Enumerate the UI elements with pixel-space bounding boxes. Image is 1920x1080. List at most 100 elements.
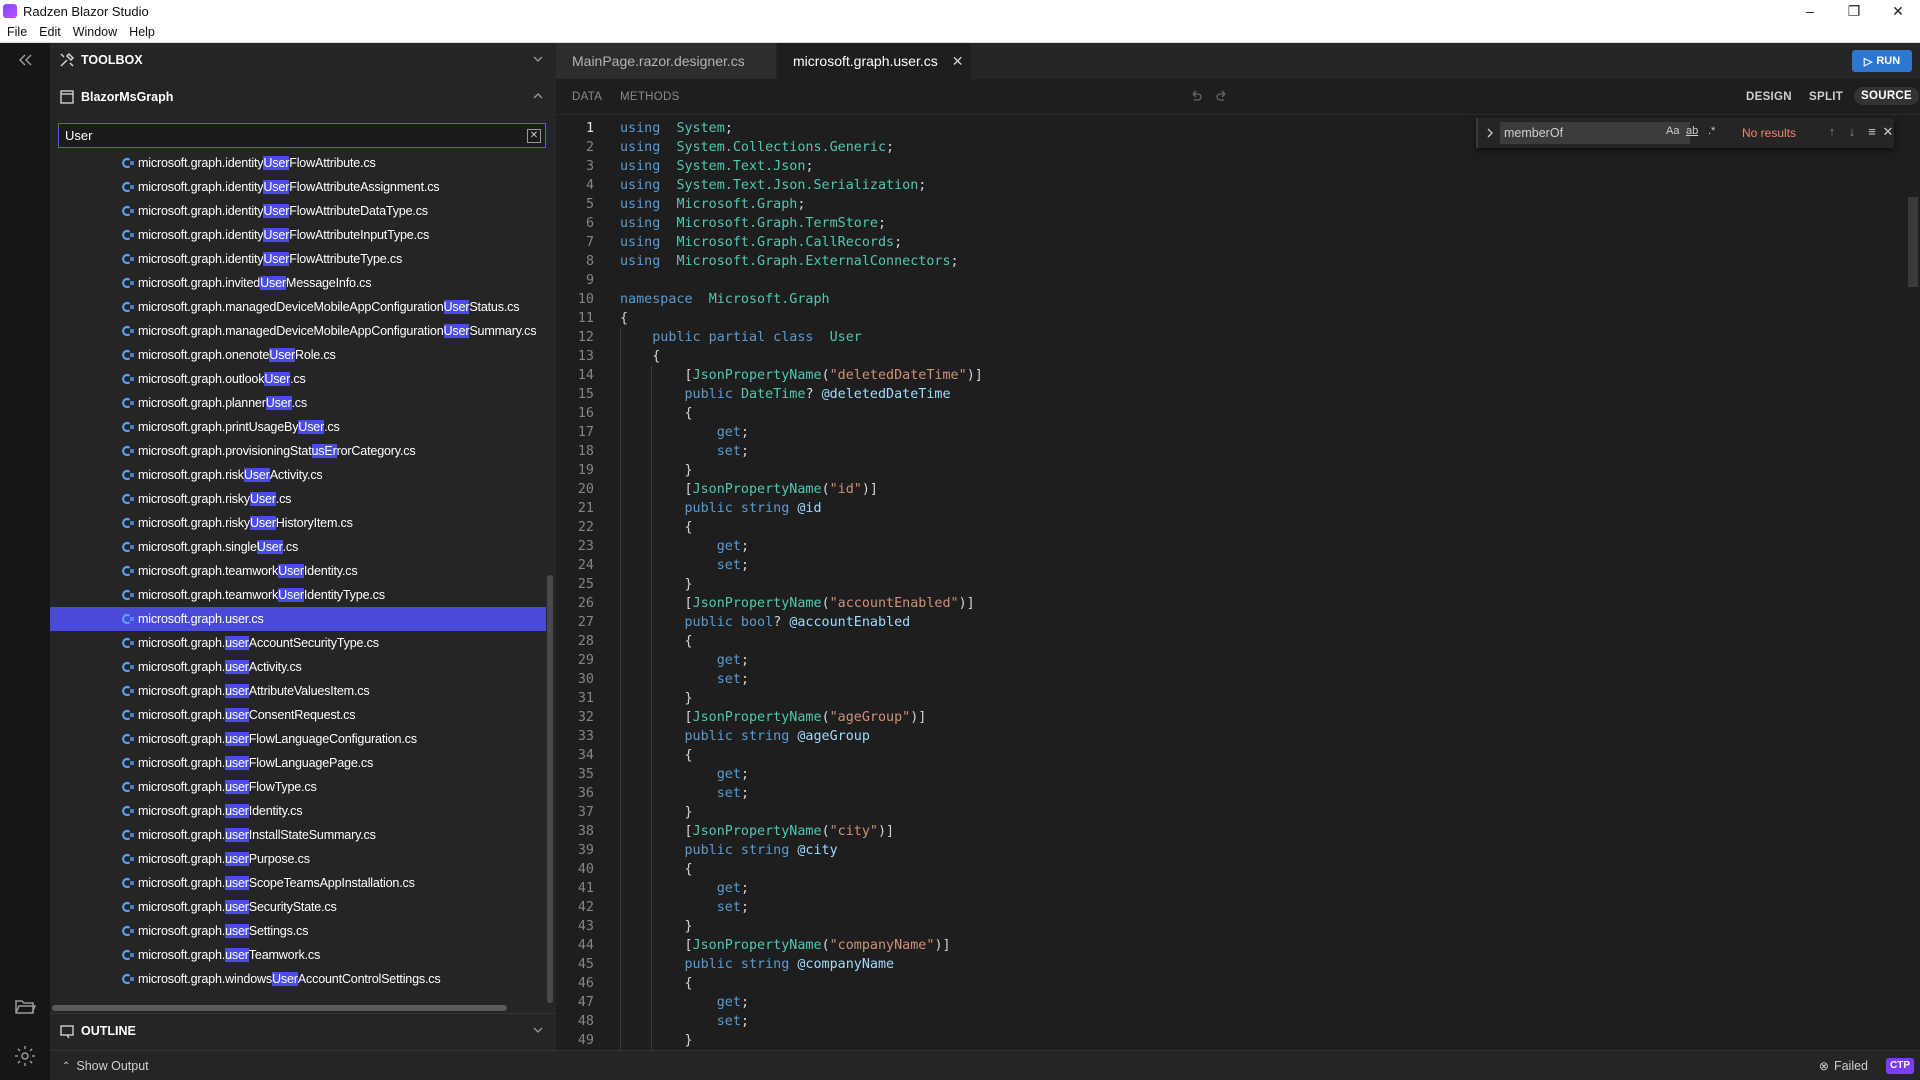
split-mode-button[interactable]: SPLIT <box>1809 91 1843 103</box>
show-output-button[interactable]: ⌃ Show Output <box>62 1059 149 1073</box>
line-number: 24 <box>577 558 594 573</box>
design-mode-button[interactable]: DESIGN <box>1746 91 1792 103</box>
file-name-prefix: microsoft.graph.risky <box>138 492 250 506</box>
menu-edit[interactable]: Edit <box>32 25 66 39</box>
close-window-button[interactable]: ✕ <box>1876 0 1920 22</box>
clear-search-icon[interactable]: ✕ <box>527 129 541 143</box>
file-name-suffix: FlowAttribute.cs <box>289 156 376 170</box>
tab-mainpage-designer[interactable]: MainPage.razor.designer.cs <box>556 43 776 79</box>
run-button[interactable]: ▷ RUN <box>1852 50 1912 72</box>
horizontal-scrollbar[interactable] <box>52 1005 507 1011</box>
collapse-sidebar-icon[interactable] <box>13 48 37 72</box>
file-item[interactable]: microsoft.graph. user ScopeTeamsAppInstall… <box>50 871 546 895</box>
chevron-right-icon[interactable] <box>1484 126 1496 140</box>
code-line: 35 get; <box>556 765 1904 784</box>
file-name-prefix: microsoft.graph.identity <box>138 156 264 170</box>
next-match-icon[interactable]: ↓ <box>1844 124 1860 140</box>
code-editor[interactable]: 1 using System; 2 using System.Collections.… <box>556 115 1904 1050</box>
find-in-selection-icon[interactable]: ≡ <box>1864 124 1880 140</box>
outline-header[interactable]: OUTLINE <box>50 1013 556 1047</box>
editor-scrollbar[interactable] <box>1906 115 1920 1050</box>
methods-tab[interactable]: METHODS <box>620 91 680 103</box>
file-item[interactable]: microsoft.graph. user ConsentRequest.cs <box>50 703 546 727</box>
file-item[interactable]: microsoft.graph.identity User FlowAttribut… <box>50 175 546 199</box>
csharp-file-icon <box>122 925 134 937</box>
code-text: get; <box>716 653 749 668</box>
file-item[interactable]: microsoft.graph. user Identity.cs <box>50 799 546 823</box>
previous-match-icon[interactable]: ↑ <box>1824 124 1840 140</box>
find-widget: Aa ab .* No results ↑ ↓ ≡ ✕ <box>1476 118 1894 148</box>
search-match-highlight: user <box>225 924 249 938</box>
match-case-toggle[interactable]: Aa <box>1666 125 1679 137</box>
file-item[interactable]: microsoft.graph.user.cs <box>50 607 546 631</box>
file-item[interactable]: microsoft.graph.identity User FlowAttribut… <box>50 247 546 271</box>
code-text: { <box>620 634 693 649</box>
file-item[interactable]: microsoft.graph. user Settings.cs <box>50 919 546 943</box>
vertical-scrollbar[interactable] <box>547 575 553 1003</box>
file-name-suffix: InstallStateSummary.cs <box>248 828 376 842</box>
minimize-button[interactable]: – <box>1788 0 1832 22</box>
file-search-input[interactable] <box>59 124 499 147</box>
search-match-highlight: User <box>249 516 276 530</box>
file-item[interactable]: microsoft.graph.risky User HistoryItem.cs <box>50 511 546 535</box>
file-item[interactable]: microsoft.graph.managedDeviceMobileAppCo… <box>50 295 546 319</box>
chevron-up-icon[interactable] <box>532 90 544 102</box>
file-item[interactable]: microsoft.graph. user AttributeValuesItem.… <box>50 679 546 703</box>
csharp-file-icon <box>122 637 134 649</box>
chevron-down-icon[interactable] <box>532 1024 544 1036</box>
settings-gear-icon[interactable] <box>13 1044 37 1068</box>
file-item[interactable]: microsoft.graph.printUsageBy User .cs <box>50 415 546 439</box>
whole-word-toggle[interactable]: ab <box>1686 125 1698 137</box>
file-item[interactable]: microsoft.graph. user Teamwork.cs <box>50 943 546 967</box>
file-name-prefix: microsoft.graph. <box>138 660 226 674</box>
editor-scroll-thumb[interactable] <box>1908 197 1918 287</box>
file-item[interactable]: microsoft.graph. user InstallStateSummary.… <box>50 823 546 847</box>
file-item[interactable]: microsoft.graph. user Purpose.cs <box>50 847 546 871</box>
code-text: } <box>620 919 693 934</box>
line-number: 21 <box>577 501 594 516</box>
menu-help[interactable]: Help <box>122 25 160 39</box>
file-item[interactable]: microsoft.graph.outlook User .cs <box>50 367 546 391</box>
file-item[interactable]: microsoft.graph. user FlowLanguageConfigur… <box>50 727 546 751</box>
file-item[interactable]: microsoft.graph.identity User FlowAttribut… <box>50 199 546 223</box>
file-item[interactable]: microsoft.graph.identity User FlowAttribut… <box>50 151 546 175</box>
menu-file[interactable]: File <box>0 25 32 39</box>
file-item[interactable]: microsoft.graph. user Activity.cs <box>50 655 546 679</box>
close-tab-icon[interactable]: ✕ <box>952 53 964 70</box>
file-item[interactable]: microsoft.graph. user FlowLanguagePage.cs <box>50 751 546 775</box>
toolbox-header[interactable]: TOOLBOX <box>50 43 556 77</box>
build-status[interactable]: ⊗ Failed <box>1819 1059 1868 1073</box>
file-item[interactable]: microsoft.graph.invited User MessageInfo.c… <box>50 271 546 295</box>
find-input[interactable] <box>1500 122 1690 144</box>
file-item[interactable]: microsoft.graph.teamwork User IdentityType… <box>50 583 546 607</box>
file-item[interactable]: microsoft.graph.risky User .cs <box>50 487 546 511</box>
file-item[interactable]: microsoft.graph.identity User FlowAttribut… <box>50 223 546 247</box>
file-item[interactable]: microsoft.graph.risk User Activity.cs <box>50 463 546 487</box>
file-item[interactable]: microsoft.graph. user AccountSecurityType.… <box>50 631 546 655</box>
file-item[interactable]: microsoft.graph.teamwork User Identity.cs <box>50 559 546 583</box>
file-item[interactable]: microsoft.graph.single User .cs <box>50 535 546 559</box>
code-line: 29 get; <box>556 651 1904 670</box>
data-tab[interactable]: DATA <box>572 91 602 103</box>
menu-window[interactable]: Window <box>66 25 122 39</box>
source-mode-button[interactable]: SOURCE <box>1854 87 1920 105</box>
file-item[interactable]: microsoft.graph.windows User AccountContro… <box>50 967 546 991</box>
file-item[interactable]: microsoft.graph.planner User .cs <box>50 391 546 415</box>
project-header[interactable]: BlazorMsGraph <box>50 80 556 114</box>
chevron-down-icon[interactable] <box>532 53 544 65</box>
tab-user-cs[interactable]: microsoft.graph.user.cs ✕ <box>777 43 971 79</box>
close-find-icon[interactable]: ✕ <box>1880 124 1896 140</box>
csharp-file-icon <box>122 469 134 481</box>
restore-button[interactable]: ❐ <box>1832 0 1876 22</box>
folder-icon[interactable] <box>13 994 37 1018</box>
file-item[interactable]: microsoft.graph.onenote User Role.cs <box>50 343 546 367</box>
undo-icon[interactable] <box>1188 89 1204 105</box>
regex-toggle[interactable]: .* <box>1708 125 1715 137</box>
file-item[interactable]: microsoft.graph. user SecurityState.cs <box>50 895 546 919</box>
line-number: 49 <box>577 1033 594 1048</box>
file-item[interactable]: microsoft.graph.provisioningStat usEr rorC… <box>50 439 546 463</box>
file-item[interactable]: microsoft.graph.managedDeviceMobileAppCo… <box>50 319 546 343</box>
file-item[interactable]: microsoft.graph. user FlowType.cs <box>50 775 546 799</box>
redo-icon[interactable] <box>1214 89 1230 105</box>
csharp-file-icon <box>122 181 134 193</box>
